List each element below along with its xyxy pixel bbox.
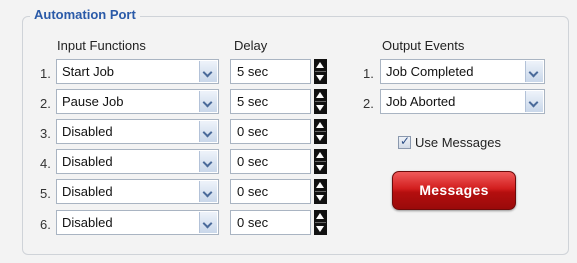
delay-field-4[interactable]: 0 sec <box>230 149 311 174</box>
chevron-down-icon[interactable] <box>199 61 217 82</box>
select-value: Disabled <box>62 124 113 139</box>
input-functions-header: Input Functions <box>57 38 146 53</box>
delay-stepper-2[interactable] <box>314 89 327 114</box>
chevron-down-icon[interactable] <box>525 61 543 82</box>
arrow-up-icon[interactable] <box>316 122 324 128</box>
delay-field-3[interactable]: 0 sec <box>230 119 311 144</box>
input-row-number: 5. <box>40 186 51 201</box>
group-title: Automation Port <box>30 7 140 22</box>
use-messages-checkbox[interactable]: ✓ <box>398 134 411 149</box>
input-function-select-5[interactable]: Disabled <box>56 179 219 204</box>
select-value: Pause Job <box>62 94 124 109</box>
delay-field-5[interactable]: 0 sec <box>230 179 311 204</box>
delay-value: 0 sec <box>237 154 269 169</box>
input-function-select-4[interactable]: Disabled <box>56 149 219 174</box>
use-messages-label[interactable]: Use Messages <box>415 135 501 150</box>
input-row-number: 1. <box>40 66 51 81</box>
arrow-down-icon[interactable] <box>316 226 324 232</box>
messages-button-label: Messages <box>419 182 489 198</box>
delay-stepper-5[interactable] <box>314 179 327 204</box>
delay-stepper-4[interactable] <box>314 149 327 174</box>
arrow-down-icon[interactable] <box>316 75 324 81</box>
input-row-number: 4. <box>40 156 51 171</box>
delay-header: Delay <box>234 38 268 53</box>
arrow-down-icon[interactable] <box>316 165 324 171</box>
arrow-down-icon[interactable] <box>316 105 324 111</box>
select-value: Disabled <box>62 184 113 199</box>
delay-stepper-1[interactable] <box>314 59 327 84</box>
input-row-number: 3. <box>40 126 51 141</box>
chevron-down-icon[interactable] <box>199 121 217 142</box>
select-value: Start Job <box>62 64 115 79</box>
arrow-up-icon[interactable] <box>316 92 324 98</box>
chevron-down-icon[interactable] <box>199 91 217 112</box>
select-value: Disabled <box>62 215 113 230</box>
delay-value: 0 sec <box>237 215 269 230</box>
input-row-number: 6. <box>40 217 51 232</box>
delay-field-1[interactable]: 5 sec <box>230 59 311 84</box>
checkmark-icon: ✓ <box>400 134 411 148</box>
input-function-select-1[interactable]: Start Job <box>56 59 219 84</box>
input-function-select-6[interactable]: Disabled <box>56 210 219 235</box>
input-function-select-2[interactable]: Pause Job <box>56 89 219 114</box>
chevron-down-icon[interactable] <box>199 212 217 233</box>
chevron-down-icon[interactable] <box>199 181 217 202</box>
select-value: Job Aborted <box>386 94 456 109</box>
arrow-down-icon[interactable] <box>316 135 324 141</box>
delay-stepper-6[interactable] <box>314 210 327 235</box>
chevron-down-icon[interactable] <box>525 91 543 112</box>
arrow-up-icon[interactable] <box>316 62 324 68</box>
output-event-select-2[interactable]: Job Aborted <box>380 89 545 114</box>
delay-value: 5 sec <box>237 94 269 109</box>
delay-field-2[interactable]: 5 sec <box>230 89 311 114</box>
delay-stepper-3[interactable] <box>314 119 327 144</box>
select-value: Disabled <box>62 154 113 169</box>
arrow-up-icon[interactable] <box>316 213 324 219</box>
delay-value: 0 sec <box>237 184 269 199</box>
delay-value: 0 sec <box>237 124 269 139</box>
chevron-down-icon[interactable] <box>199 151 217 172</box>
delay-field-6[interactable]: 0 sec <box>230 210 311 235</box>
arrow-up-icon[interactable] <box>316 152 324 158</box>
delay-value: 5 sec <box>237 64 269 79</box>
output-row-number: 1. <box>363 66 374 81</box>
arrow-down-icon[interactable] <box>316 195 324 201</box>
arrow-up-icon[interactable] <box>316 182 324 188</box>
output-event-select-1[interactable]: Job Completed <box>380 59 545 84</box>
input-function-select-3[interactable]: Disabled <box>56 119 219 144</box>
output-row-number: 2. <box>363 96 374 111</box>
input-row-number: 2. <box>40 96 51 111</box>
output-events-header: Output Events <box>382 38 465 53</box>
select-value: Job Completed <box>386 64 474 79</box>
messages-button[interactable]: Messages <box>392 171 516 210</box>
